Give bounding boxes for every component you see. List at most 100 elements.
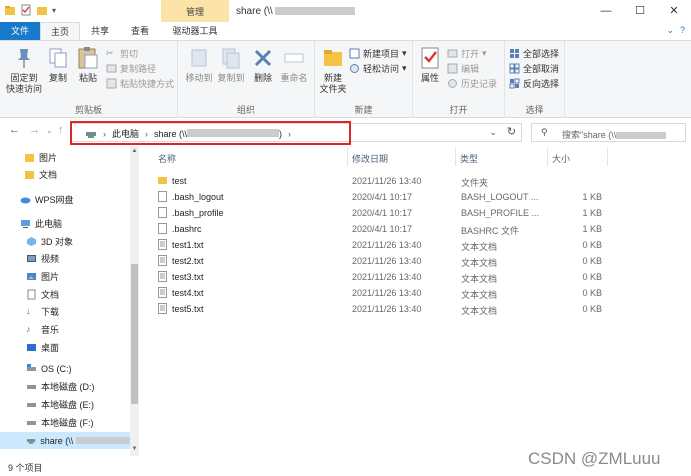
up-arrow-icon[interactable]: ↑: [58, 124, 64, 136]
search-icon: ⚲: [541, 127, 548, 137]
video-icon: [27, 255, 36, 262]
nav-item-3d-objects[interactable]: 3D 对象: [0, 233, 130, 250]
invert-selection-button[interactable]: 反向选择: [509, 77, 559, 90]
chevron-down-icon: ▾: [402, 63, 407, 73]
file-size: 1 KB: [582, 192, 602, 202]
column-separator[interactable]: [455, 148, 456, 166]
nav-item-videos[interactable]: 视频: [0, 250, 130, 267]
cut-button[interactable]: ✂ 剪切: [106, 47, 138, 60]
copy-button[interactable]: 复制: [44, 45, 72, 84]
nav-item-this-pc[interactable]: 此电脑: [0, 215, 130, 232]
refresh-icon: ↻: [506, 126, 517, 138]
file-row[interactable]: test3.txt 2021/11/26 13:40 文本文档 0 KB: [154, 269, 614, 285]
nav-item-pictures-pinned[interactable]: 图片: [0, 149, 130, 166]
file-type: 文件夹: [461, 178, 489, 188]
file-row[interactable]: test1.txt 2021/11/26 13:40 文本文档 0 KB: [154, 237, 614, 253]
column-header-type[interactable]: 类型: [460, 152, 478, 165]
navigation-bar: ← → ⌄ ↑ › 此电脑 › share (\\) › ⌄ ↻ ⚲ 搜索"sh…: [0, 118, 691, 146]
new-item-button[interactable]: 新建项目 ▾: [349, 47, 407, 60]
file-row[interactable]: .bashrc 2020/4/1 10:17 BASHRC 文件 1 KB: [154, 221, 614, 237]
text-file-icon: [158, 271, 167, 282]
properties-button[interactable]: 属性: [417, 45, 443, 84]
properties-label: 属性: [420, 73, 439, 83]
history-button[interactable]: 历史记录: [447, 77, 497, 90]
select-none-button[interactable]: 全部取消: [509, 62, 559, 75]
column-header-size[interactable]: 大小: [552, 152, 570, 165]
open-button[interactable]: 打开 ▾: [447, 47, 487, 60]
paste-shortcut-button[interactable]: 粘贴快捷方式: [106, 77, 174, 90]
nav-item-wps-cloud[interactable]: WPS网盘: [0, 191, 130, 208]
delete-button[interactable]: 删除: [250, 45, 276, 84]
move-to-button[interactable]: 移动到: [183, 45, 215, 84]
nav-label: 本地磁盘 (F:): [41, 418, 94, 428]
refresh-button[interactable]: ↻: [501, 123, 522, 142]
maximize-button[interactable]: ☐: [623, 0, 657, 22]
file-row[interactable]: test2.txt 2021/11/26 13:40 文本文档 0 KB: [154, 253, 614, 269]
column-header-name[interactable]: 名称: [158, 152, 176, 165]
paste-button[interactable]: 粘贴: [74, 45, 102, 84]
column-header-date[interactable]: 修改日期: [352, 152, 388, 165]
nav-item-disk-e[interactable]: 本地磁盘 (E:): [0, 396, 130, 413]
item-count: 9 个项目: [8, 463, 43, 473]
text-file-icon: [158, 303, 167, 314]
rename-button[interactable]: 重命名: [278, 45, 310, 84]
tab-drive-tools[interactable]: 驱动器工具: [161, 22, 229, 41]
nav-item-downloads[interactable]: ↓ 下载: [0, 303, 130, 320]
nav-item-share[interactable]: share (\\: [0, 432, 130, 449]
tab-view[interactable]: 查看: [120, 22, 160, 41]
edit-button[interactable]: 编辑: [447, 62, 479, 75]
rename-icon: [284, 53, 304, 63]
file-name: test2.txt: [172, 256, 204, 266]
pin-quick-access-button[interactable]: 固定到 快速访问: [6, 45, 42, 95]
file-row[interactable]: .bash_profile 2020/4/1 10:17 BASH_PROFIL…: [154, 205, 614, 221]
file-size: 0 KB: [582, 240, 602, 250]
file-row[interactable]: .bash_logout 2020/4/1 10:17 BASH_LOGOUT …: [154, 189, 614, 205]
file-row[interactable]: test5.txt 2021/11/26 13:40 文本文档 0 KB: [154, 301, 614, 317]
nav-item-desktop[interactable]: 桌面: [0, 339, 130, 356]
edit-icon: [447, 63, 458, 74]
address-history-chevron-icon[interactable]: ⌄: [489, 127, 497, 138]
copy-icon: [49, 48, 67, 68]
forward-arrow-icon[interactable]: →: [29, 124, 40, 136]
help-icon[interactable]: ?: [680, 25, 685, 36]
tab-share[interactable]: 共享: [80, 22, 120, 41]
scroll-down-icon[interactable]: ▼: [130, 446, 139, 452]
nav-label: 文档: [39, 170, 58, 180]
new-folder-icon: [324, 50, 342, 66]
copy-path-button[interactable]: 复制路径: [106, 62, 156, 75]
nav-item-music[interactable]: ♪ 音乐: [0, 321, 130, 338]
column-separator[interactable]: [347, 148, 348, 166]
easy-access-button[interactable]: 轻松访问 ▾: [349, 62, 407, 75]
move-to-icon: [191, 49, 207, 67]
scroll-up-icon[interactable]: ▲: [130, 148, 139, 154]
select-all-label: 全部选择: [523, 49, 560, 59]
file-row[interactable]: test 2021/11/26 13:40 文件夹: [154, 173, 614, 189]
tab-home[interactable]: 主页: [40, 22, 80, 41]
nav-item-disk-f[interactable]: 本地磁盘 (F:): [0, 414, 130, 431]
column-separator[interactable]: [547, 148, 548, 166]
select-all-button[interactable]: 全部选择: [509, 47, 559, 60]
copy-to-button[interactable]: 复制到: [215, 45, 247, 84]
scroll-thumb[interactable]: [131, 264, 138, 404]
search-box[interactable]: ⚲ 搜索"share (\\: [531, 123, 686, 142]
close-button[interactable]: ✕: [657, 0, 691, 22]
chevron-down-icon: ▾: [482, 48, 487, 58]
nav-item-documents[interactable]: 文档: [0, 286, 130, 303]
minimize-button[interactable]: —: [589, 0, 623, 22]
recent-locations-chevron-icon[interactable]: ⌄: [46, 126, 53, 135]
column-separator[interactable]: [607, 148, 608, 166]
nav-scrollbar[interactable]: ▲ ▼: [130, 146, 139, 456]
customize-qat-icon[interactable]: ▾: [52, 6, 56, 15]
back-arrow-icon[interactable]: ←: [9, 124, 20, 136]
folder-pin-icon: [25, 154, 34, 162]
tab-file[interactable]: 文件: [0, 22, 40, 41]
properties-icon[interactable]: [20, 4, 32, 16]
nav-item-os-c[interactable]: OS (C:): [0, 360, 130, 377]
new-folder-button[interactable]: 新建 文件夹: [317, 45, 349, 95]
file-row[interactable]: test4.txt 2021/11/26 13:40 文本文档 0 KB: [154, 285, 614, 301]
nav-item-disk-d[interactable]: 本地磁盘 (D:): [0, 378, 130, 395]
nav-item-pictures[interactable]: 图片: [0, 268, 130, 285]
collapse-ribbon-icon[interactable]: ⌄: [666, 25, 674, 36]
new-folder-icon[interactable]: [36, 4, 48, 16]
nav-item-documents-pinned[interactable]: 文档: [0, 166, 130, 183]
